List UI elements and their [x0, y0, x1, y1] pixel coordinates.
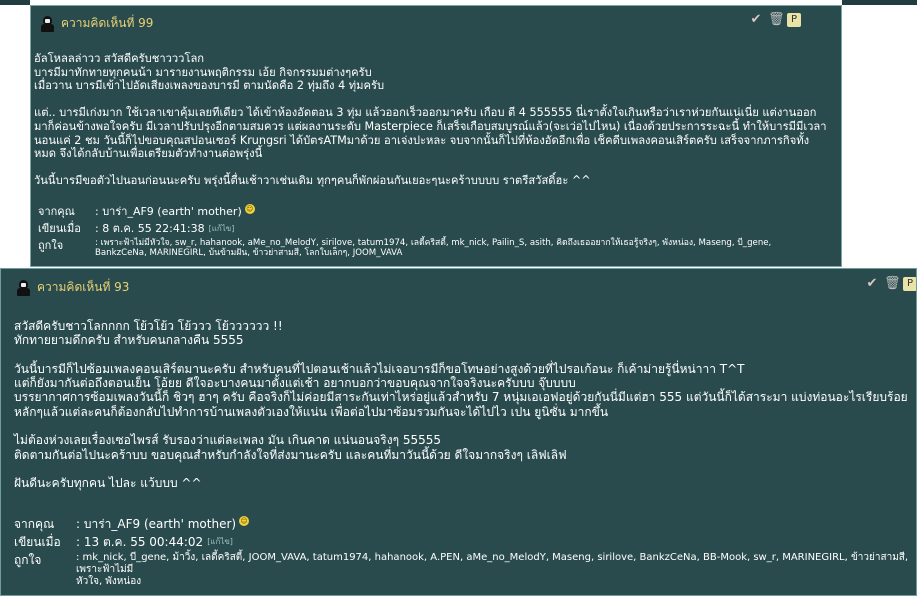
edit-link[interactable]: [แก้ไข] — [207, 534, 233, 550]
written-date: : 13 ต.ค. 55 00:44:02 — [76, 535, 204, 549]
like-list: : mk_nick, บี_gene, ม้าวิ้ง, เลดี้คริสตี… — [76, 552, 909, 587]
delete-trash-icon[interactable]: 🗑 — [884, 277, 901, 291]
like-label: ถูกใจ — [14, 553, 42, 567]
comment-card-99: ความคิดเห็นที่ 99 ✔ 🗑 P อัลโหลลล่าวว สวั… — [30, 5, 842, 267]
author-link[interactable]: : บาร่า_AF9 (earth' mother) — [76, 516, 236, 532]
comment-meta: จากคุณ : บาร่า_AF9 (earth' mother) ☺ เขี… — [38, 204, 838, 260]
edit-link[interactable]: [แก้ไข] — [209, 221, 235, 236]
from-label: จากคุณ — [14, 517, 55, 531]
written-label: เขียนเมื่อ — [14, 535, 61, 549]
background-strip — [0, 0, 30, 5]
mascot-avatar-icon — [17, 279, 31, 296]
author-link[interactable]: : บาร่า_AF9 (earth' mother) — [95, 204, 242, 219]
comment-card-93: ความคิดเห็นที่ 93 ✔ 🗑 P สวัสดีครับชาวโลก… — [0, 268, 917, 596]
report-edit-icon[interactable]: P — [903, 277, 916, 291]
comment-body: อัลโหลลล่าวว สวัสดีครับชาวววโลก บารมีมาท… — [34, 52, 827, 188]
smiley-icon: ☺ — [244, 204, 255, 214]
comment-title: ความคิดเห็นที่ 93 — [37, 280, 130, 294]
like-list: : เพราะฟ้าไม่มีหัวใจ, sw_r, hahanook, aM… — [95, 238, 772, 258]
written-label: เขียนเมื่อ — [38, 222, 81, 235]
comment-body: สวัสดีครับชาวโลกกกก โย้วโย้ว โย้ววว โย้ว… — [14, 319, 908, 491]
comment-header: ความคิดเห็นที่ 93 — [17, 278, 129, 297]
like-label: ถูกใจ — [38, 239, 64, 252]
written-date: : 8 ต.ค. 55 22:41:38 — [95, 222, 205, 235]
comment-actions: ✔ 🗑 P — [865, 277, 916, 291]
quote-heart-icon[interactable]: ✔ — [865, 277, 879, 291]
from-label: จากคุณ — [38, 205, 75, 218]
smiley-icon: ☺ — [239, 516, 250, 526]
background-strip — [842, 0, 917, 5]
comment-meta: จากคุณ : บาร่า_AF9 (earth' mother) ☺ เขี… — [14, 516, 914, 590]
